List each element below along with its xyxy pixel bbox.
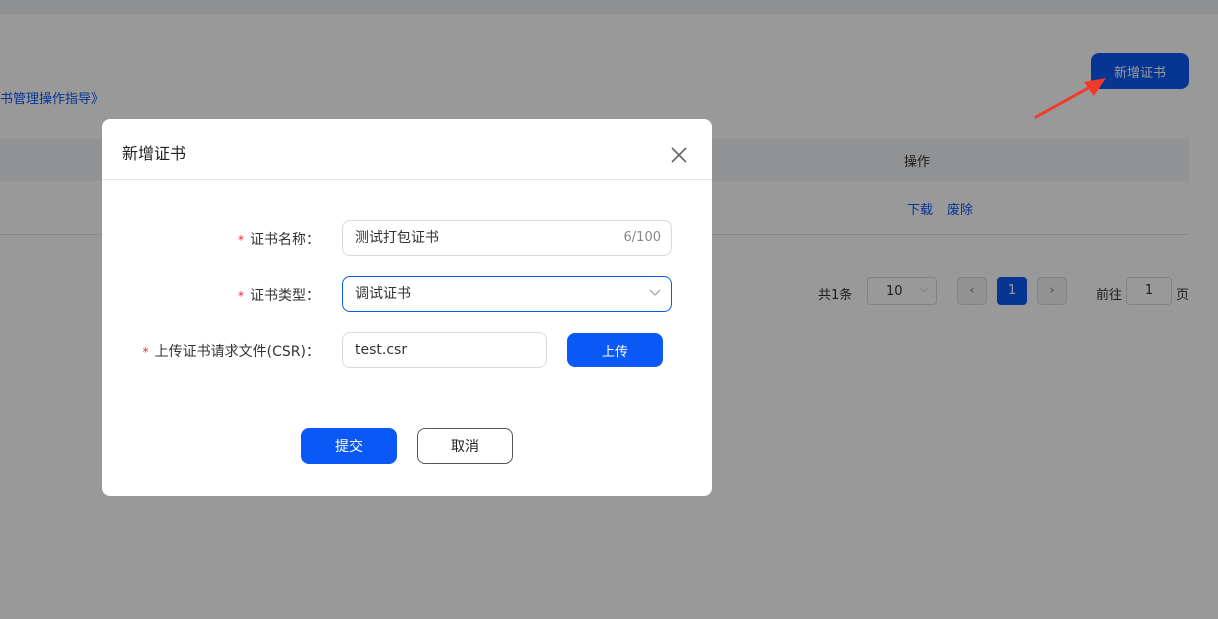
csr-label-text: 上传证书请求文件(CSR)： <box>154 344 320 360</box>
dialog-title: 新增证书 <box>122 144 187 163</box>
cert-type-label: * 证书类型： <box>238 285 320 305</box>
cert-type-select[interactable]: 调试证书 <box>342 276 672 312</box>
cancel-button[interactable]: 取消 <box>417 428 513 464</box>
required-mark: * <box>238 233 244 247</box>
cert-name-counter: 6/100 <box>623 230 661 245</box>
dialog-header: 新增证书 <box>102 119 712 180</box>
arrow-annotation-icon <box>1034 78 1106 119</box>
cert-type-value: 调试证书 <box>355 286 411 302</box>
csr-label: * 上传证书请求文件(CSR)： <box>143 341 320 361</box>
cert-name-input[interactable]: 测试打包证书 6/100 <box>342 220 672 256</box>
cert-name-label-text: 证书名称： <box>250 232 320 248</box>
page: 书管理操作指导》 新增证书 操作 下载 废除 共1条 10 ⌵ ‹ 1 › 前往… <box>0 0 1218 619</box>
add-certificate-dialog: 新增证书 * 证书名称： 测试打包证书 6/100 * 证书类型： 调试证书 *… <box>102 119 712 496</box>
cert-name-row: * 证书名称： 测试打包证书 6/100 <box>102 220 712 256</box>
upload-button[interactable]: 上传 <box>567 333 663 367</box>
cert-name-label: * 证书名称： <box>238 229 320 249</box>
required-mark: * <box>142 345 149 359</box>
cert-type-label-text: 证书类型： <box>250 288 320 304</box>
csr-row: * 上传证书请求文件(CSR)： test.csr 上传 <box>102 332 712 368</box>
cert-name-value: 测试打包证书 <box>355 230 439 246</box>
csr-file-input[interactable]: test.csr <box>342 332 547 368</box>
chevron-down-icon <box>649 289 661 296</box>
csr-file-value: test.csr <box>355 342 408 358</box>
required-mark: * <box>238 289 244 303</box>
close-icon[interactable] <box>670 146 688 164</box>
submit-button[interactable]: 提交 <box>301 428 397 464</box>
cert-type-row: * 证书类型： 调试证书 <box>102 276 712 312</box>
